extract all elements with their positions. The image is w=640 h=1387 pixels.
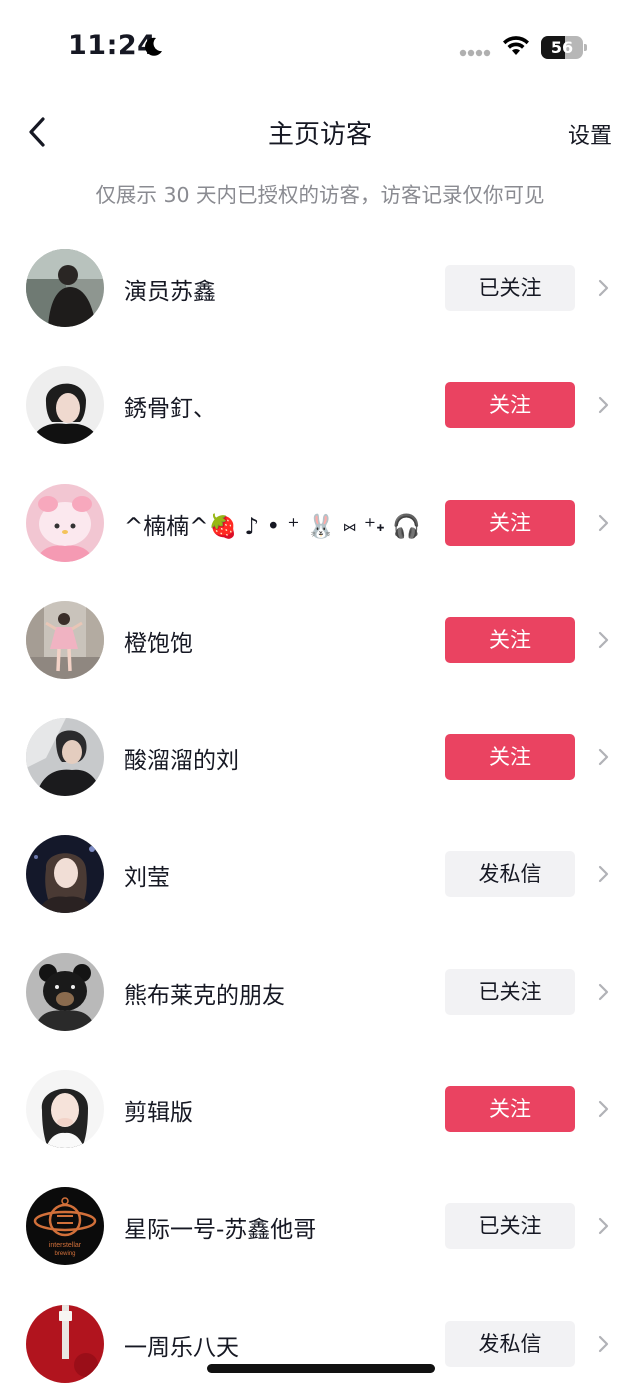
follow-button[interactable]: 关注 xyxy=(445,382,575,429)
visitor-row[interactable]: 演员苏鑫 已关注 xyxy=(0,230,640,347)
followed-button[interactable]: 已关注 xyxy=(445,968,575,1015)
visitor-row[interactable]: 刘莹 发私信 xyxy=(0,816,640,933)
battery-body: 56 xyxy=(541,36,583,59)
chevron-right-icon[interactable] xyxy=(597,1334,610,1354)
avatar[interactable]: interstellar brewing xyxy=(26,1187,104,1266)
settings-button[interactable]: 设置 xyxy=(568,118,612,150)
visitor-name: 熊布莱克的朋友 xyxy=(124,982,285,1009)
chevron-right-icon[interactable] xyxy=(597,630,610,650)
follow-button[interactable]: 关注 xyxy=(445,616,575,663)
follow-button[interactable]: 关注 xyxy=(445,1086,575,1133)
visitor-name: 酸溜溜的刘 xyxy=(124,748,239,775)
visitor-name: ^楠楠^🍓 ♪ • ⁺ 🐰 ⑅ ⁺˖ 🎧 xyxy=(124,513,421,540)
visitor-name: 銹骨釘、 xyxy=(124,396,216,423)
chevron-right-icon[interactable] xyxy=(597,1216,610,1236)
visitor-row[interactable]: 銹骨釘、 关注 xyxy=(0,347,640,464)
followed-button[interactable]: 已关注 xyxy=(445,1203,575,1250)
avatar[interactable] xyxy=(26,1304,104,1383)
avatar[interactable] xyxy=(26,835,104,914)
visitor-row[interactable]: 剪辑版 关注 xyxy=(0,1051,640,1168)
message-button[interactable]: 发私信 xyxy=(445,1320,575,1367)
battery-cap xyxy=(584,44,587,51)
avatar[interactable] xyxy=(26,1070,104,1149)
followed-button[interactable]: 已关注 xyxy=(445,265,575,311)
avatar[interactable] xyxy=(26,952,104,1031)
avatar[interactable] xyxy=(26,718,104,797)
chevron-right-icon[interactable] xyxy=(597,513,610,533)
moon-icon xyxy=(145,37,162,56)
visitor-row[interactable]: ^楠楠^🍓 ♪ • ⁺ 🐰 ⑅ ⁺˖ 🎧 关注 xyxy=(0,465,640,582)
logo-text-line1: interstellar xyxy=(49,1242,82,1249)
signal-icon xyxy=(459,49,491,57)
logo-text-line2: brewing xyxy=(54,1251,75,1257)
visitor-name: 橙饱饱 xyxy=(124,630,193,657)
status-bar: 11:24 56 xyxy=(0,0,640,92)
privacy-notice: 仅展示 30 天内已授权的访客，访客记录仅你可见 xyxy=(95,183,545,207)
avatar[interactable] xyxy=(26,366,104,445)
visitor-row[interactable]: interstellar brewing 星际一号-苏鑫他哥 已关注 xyxy=(0,1168,640,1285)
visitor-row[interactable]: 熊布莱克的朋友 已关注 xyxy=(0,934,640,1051)
visitor-row[interactable]: 酸溜溜的刘 关注 xyxy=(0,699,640,816)
follow-button[interactable]: 关注 xyxy=(445,499,575,546)
page-title: 主页访客 xyxy=(267,120,372,150)
nav-bar: 主页访客 设置 xyxy=(0,100,640,166)
visitor-name: 一周乐八天 xyxy=(124,1334,239,1361)
chevron-right-icon[interactable] xyxy=(597,278,610,298)
avatar[interactable] xyxy=(26,600,104,679)
chevron-right-icon[interactable] xyxy=(597,395,610,415)
avatar[interactable] xyxy=(26,249,104,327)
follow-button[interactable]: 关注 xyxy=(445,734,575,781)
visitor-name: 星际一号-苏鑫他哥 xyxy=(124,1217,317,1244)
battery-icon: 56 xyxy=(541,36,587,59)
chevron-right-icon[interactable] xyxy=(597,864,610,884)
avatar[interactable] xyxy=(26,483,104,562)
home-indicator[interactable] xyxy=(207,1364,435,1373)
message-button[interactable]: 发私信 xyxy=(445,851,575,898)
chevron-right-icon[interactable] xyxy=(597,747,610,767)
visitor-name: 演员苏鑫 xyxy=(124,279,216,305)
wifi-icon xyxy=(503,36,529,55)
screen: 11:24 56 主页访客 设置 仅展示 30 天内已授权的访客，访客记录仅你可… xyxy=(0,0,640,1387)
chevron-right-icon[interactable] xyxy=(597,1099,610,1119)
visitor-list: 演员苏鑫 已关注 銹骨釘、 关注 ^楠楠^🍓 ♪ • ⁺ 🐰 ⑅ ⁺˖ 🎧 关注… xyxy=(0,230,640,1387)
chevron-right-icon[interactable] xyxy=(597,982,610,1002)
battery-percentage: 56 xyxy=(550,38,574,57)
visitor-name: 刘莹 xyxy=(124,865,170,892)
visitor-row[interactable]: 橙饱饱 关注 xyxy=(0,582,640,699)
visitor-name: 剪辑版 xyxy=(124,1100,193,1127)
